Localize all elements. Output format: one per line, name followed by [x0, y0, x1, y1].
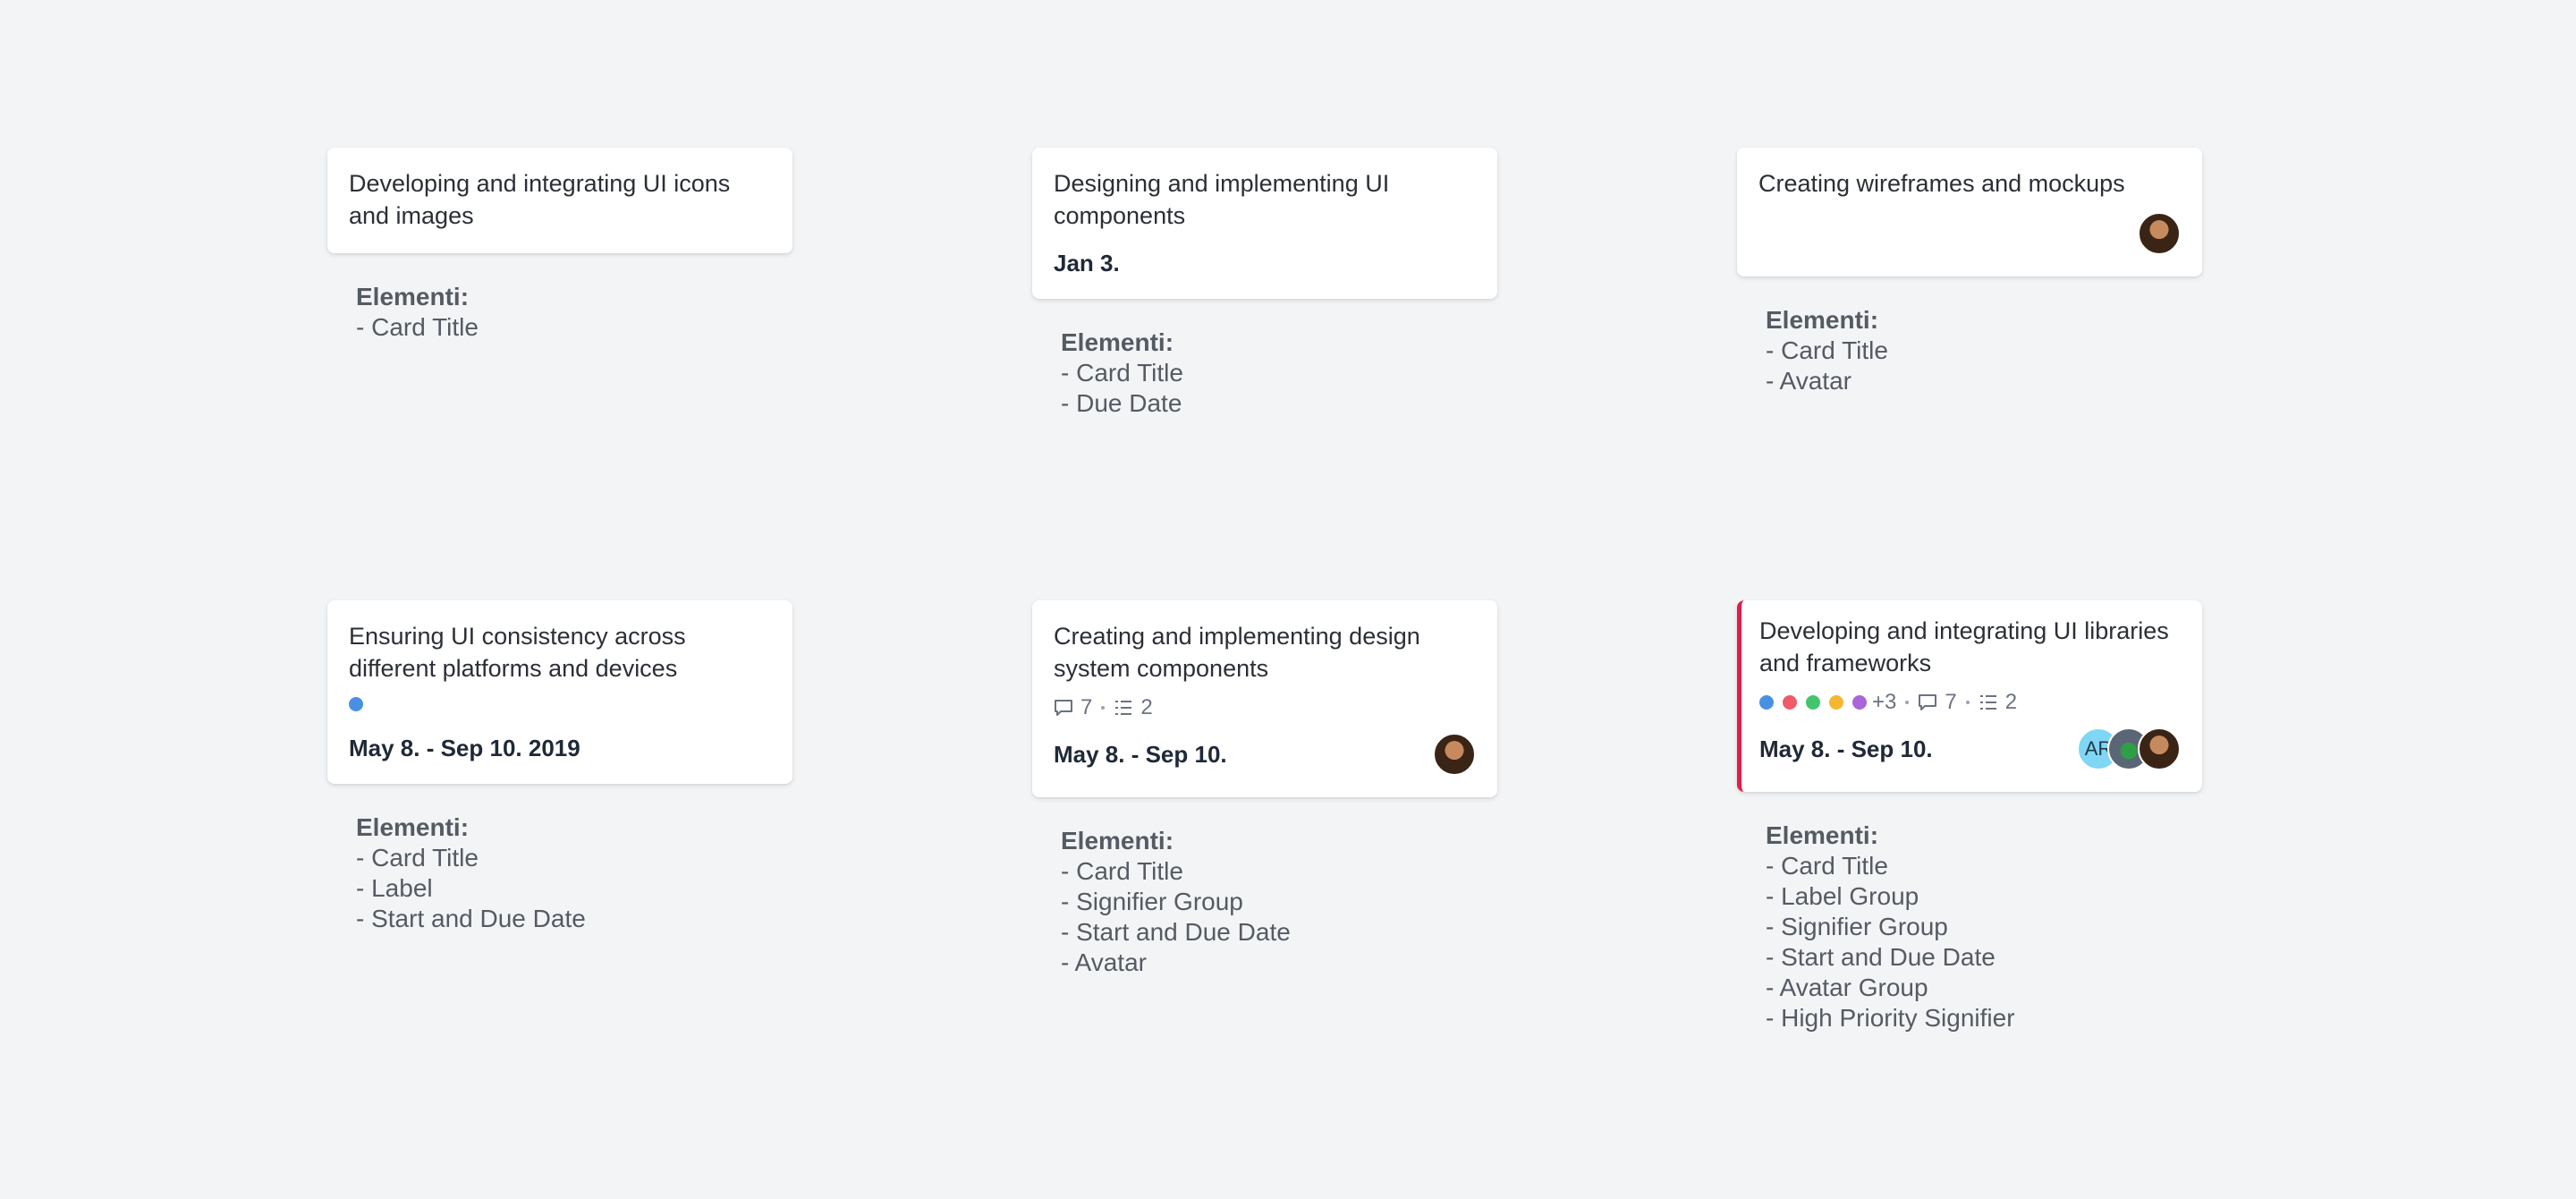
comment-icon [1918, 693, 1937, 711]
checklist-signifier[interactable]: 2 [1114, 695, 1153, 720]
task-card[interactable]: Creating and implementing design system … [1032, 600, 1497, 797]
note-item: - Card Title [1061, 857, 1183, 885]
labels-more[interactable]: +3 [1872, 690, 1896, 715]
notes-heading: Elementi: [1061, 328, 1174, 356]
note-item: - Card Title [356, 844, 479, 872]
note-item: - Signifier Group [1766, 913, 1948, 940]
element-notes: Elementi: - Card Title - Signifier Group… [1032, 826, 1497, 978]
note-item: - High Priority Signifier [1766, 1004, 2015, 1032]
element-notes: Elementi: - Card Title - Avatar [1737, 305, 2202, 396]
checklist-count: 2 [1140, 695, 1153, 719]
card-slot-6: Developing and integrating UI libraries … [1737, 600, 2202, 1033]
note-item: - Label [356, 874, 433, 902]
avatar[interactable] [2138, 212, 2181, 255]
notes-heading: Elementi: [1766, 306, 1879, 334]
start-due-date: May 8. - Sep 10. 2019 [349, 735, 580, 761]
card-slot-5: Creating and implementing design system … [1032, 600, 1497, 978]
card-title: Designing and implementing UI components [1054, 170, 1390, 229]
note-item: - Card Title [1061, 359, 1183, 387]
comments-signifier[interactable]: 7 [1054, 695, 1092, 720]
avatar[interactable] [2138, 727, 2181, 770]
label-dot[interactable] [1783, 695, 1797, 710]
note-item: - Card Title [356, 313, 479, 341]
element-notes: Elementi: - Card Title - Label Group - S… [1737, 821, 2202, 1033]
note-item: - Card Title [1766, 336, 1888, 364]
notes-heading: Elementi: [1766, 821, 1879, 849]
avatar-group[interactable]: AR [2077, 727, 2181, 770]
note-item: - Start and Due Date [1061, 918, 1291, 946]
card-title: Ensuring UI consistency across different… [349, 623, 686, 682]
checklist-count: 2 [2004, 690, 2018, 714]
label-dot[interactable] [1806, 695, 1820, 710]
element-notes: Elementi: - Card Title [327, 282, 792, 343]
label-dot[interactable] [1759, 695, 1774, 710]
note-item: - Label Group [1766, 882, 1919, 910]
separator-dot [1965, 701, 1970, 704]
card-title: Creating wireframes and mockups [1758, 170, 2125, 197]
comments-signifier[interactable]: 7 [1918, 690, 1957, 715]
label-dot[interactable] [1829, 695, 1843, 710]
note-item: - Avatar [1061, 948, 1147, 976]
checklist-icon [1979, 693, 1998, 711]
card-slot-2: Designing and implementing UI components… [1032, 148, 1497, 419]
start-due-date: May 8. - Sep 10. [1054, 740, 1227, 768]
notes-heading: Elementi: [356, 283, 470, 310]
card-slot-1: Developing and integrating UI icons and … [327, 148, 792, 343]
card-title: Creating and implementing design system … [1054, 623, 1420, 682]
task-card-high-priority[interactable]: Developing and integrating UI libraries … [1737, 600, 2202, 792]
note-item: - Card Title [1766, 852, 1888, 880]
element-notes: Elementi: - Card Title - Label - Start a… [327, 812, 792, 934]
comment-icon [1054, 699, 1073, 717]
note-item: - Start and Due Date [356, 905, 586, 932]
note-item: - Avatar [1766, 367, 1852, 395]
label-dot[interactable] [349, 697, 363, 711]
comments-count: 7 [1945, 690, 1957, 714]
note-item: - Signifier Group [1061, 888, 1243, 915]
card-title: Developing and integrating UI libraries … [1759, 617, 2169, 676]
note-item: - Due Date [1061, 389, 1182, 417]
checklist-icon [1114, 699, 1133, 717]
card-title: Developing and integrating UI icons and … [349, 170, 731, 229]
separator-dot [1101, 706, 1106, 710]
card-slot-3: Creating wireframes and mockups Elementi… [1737, 148, 2202, 396]
task-card[interactable]: Ensuring UI consistency across different… [327, 600, 792, 784]
note-item: - Start and Due Date [1766, 943, 1996, 971]
notes-heading: Elementi: [1061, 827, 1174, 855]
element-notes: Elementi: - Card Title - Due Date [1032, 327, 1497, 419]
label-and-signifier-group: +3 7 2 [1759, 690, 2181, 715]
card-slot-4: Ensuring UI consistency across different… [327, 600, 792, 934]
task-card[interactable]: Developing and integrating UI icons and … [327, 148, 792, 253]
avatar[interactable] [1433, 733, 1476, 776]
comments-count: 7 [1080, 695, 1093, 719]
start-due-date: May 8. - Sep 10. [1759, 735, 1933, 762]
label-dot[interactable] [1852, 695, 1867, 710]
checklist-signifier[interactable]: 2 [1979, 690, 2017, 715]
signifier-group: 7 2 [1054, 695, 1476, 720]
separator-dot [1905, 701, 1910, 704]
note-item: - Avatar Group [1766, 974, 1928, 1001]
task-card[interactable]: Creating wireframes and mockups [1737, 148, 2202, 276]
task-card[interactable]: Designing and implementing UI components… [1032, 148, 1497, 299]
notes-heading: Elementi: [356, 813, 470, 841]
due-date: Jan 3. [1054, 250, 1120, 276]
